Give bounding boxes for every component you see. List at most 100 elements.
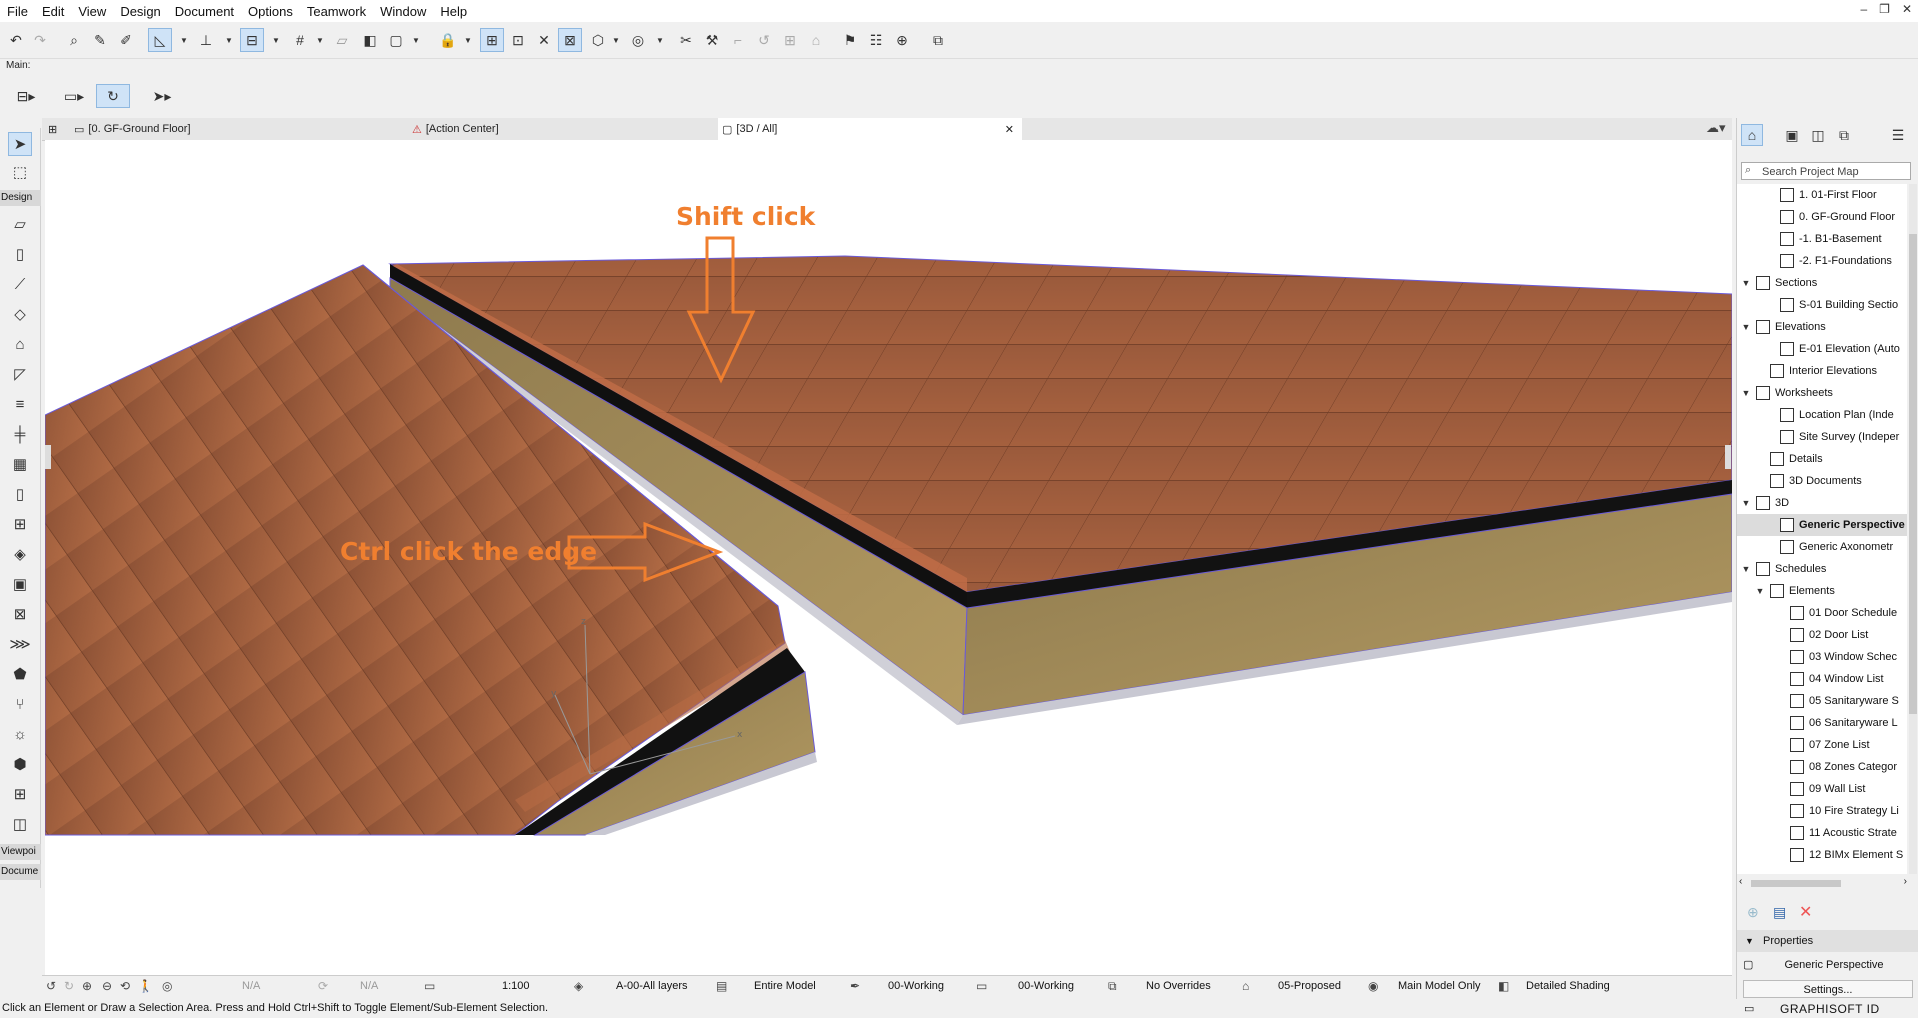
chevron-left-icon[interactable]: ‹ xyxy=(1739,876,1742,887)
project-map-item[interactable]: ▼ Elements xyxy=(1737,580,1907,602)
bounding-box-icon[interactable]: ◎ xyxy=(626,28,650,52)
project-map-item[interactable]: ▼ Sections xyxy=(1737,272,1907,294)
project-map-item[interactable]: Location Plan (Inde xyxy=(1737,404,1907,426)
chevron-down-icon[interactable]: ▼ xyxy=(225,36,233,45)
redo-view-icon[interactable]: ↻ xyxy=(64,979,74,993)
skylight-tool-icon[interactable]: ◈ xyxy=(8,542,32,566)
chevron-down-icon[interactable]: ▼ xyxy=(272,36,280,45)
layer-icon[interactable]: ▢ xyxy=(384,28,408,52)
redo-icon[interactable]: ↷ xyxy=(28,28,52,52)
project-map-item[interactable]: 10 Fire Strategy Li xyxy=(1737,800,1907,822)
curtain-wall-tool-icon[interactable]: ▦ xyxy=(8,452,32,476)
chevron-down-icon[interactable]: ▼ xyxy=(1741,272,1751,294)
select-edit-icon[interactable]: ⊠ xyxy=(558,28,582,52)
override-value[interactable]: No Overrides xyxy=(1146,980,1211,992)
house-icon[interactable]: ⌂ xyxy=(804,28,828,52)
window-tool-icon[interactable]: ⊞ xyxy=(8,512,32,536)
arrow-tool-icon[interactable]: ➤▸ xyxy=(144,84,180,108)
project-map-item[interactable]: Site Survey (Indeper xyxy=(1737,426,1907,448)
project-map-item[interactable]: Generic Axonometr xyxy=(1737,536,1907,558)
tab-ground-floor[interactable]: ▭ [0. GF-Ground Floor] xyxy=(74,118,404,140)
flag-icon[interactable]: ⚑ xyxy=(838,28,862,52)
opening-tool-icon[interactable]: ▣ xyxy=(8,572,32,596)
model-view-option[interactable]: Entire Model xyxy=(754,980,816,992)
project-map-item[interactable]: -2. F1-Foundations xyxy=(1737,250,1907,272)
shell-tool-icon[interactable]: ◸ xyxy=(8,362,32,386)
arrow-tool-icon[interactable]: ➤ xyxy=(8,132,32,156)
settings-button[interactable]: Settings... xyxy=(1743,980,1913,998)
lock-icon[interactable]: 🔒 xyxy=(436,28,460,52)
3d-viewport[interactable]: z y x Shift click Ctrl click the edge xyxy=(45,140,1732,975)
model-view-icon[interactable]: ▤ xyxy=(716,979,727,993)
undo-icon[interactable]: ↶ xyxy=(4,28,28,52)
suspend-groups-icon[interactable]: ⊞ xyxy=(480,28,504,52)
layer-combo-icon[interactable]: ◈ xyxy=(574,979,583,993)
toolbox-document-label[interactable]: Docume xyxy=(0,864,41,880)
guide-lines-icon[interactable]: ◺ xyxy=(148,28,172,52)
scissors-icon[interactable]: ✂ xyxy=(674,28,698,52)
menu-item-file[interactable]: File xyxy=(0,4,35,19)
pen-set-value[interactable]: 00-Working xyxy=(888,980,944,992)
chevron-down-icon[interactable]: ▼ xyxy=(1741,492,1751,514)
view-options-icon[interactable]: ▭▸ xyxy=(56,84,92,108)
minimize-button[interactable]: – xyxy=(1860,2,1867,16)
cube-tool-icon[interactable]: ⬢ xyxy=(8,752,32,776)
project-map-item[interactable]: ▼ Elevations xyxy=(1737,316,1907,338)
menu-item-teamwork[interactable]: Teamwork xyxy=(300,4,373,19)
menu-item-edit[interactable]: Edit xyxy=(35,4,71,19)
delete-icon[interactable]: ✕ xyxy=(1799,902,1812,922)
scale-icon[interactable]: ▭ xyxy=(424,979,435,993)
object-tool-icon[interactable]: ⊠ xyxy=(8,602,32,626)
undo-view-icon[interactable]: ↺ xyxy=(46,979,56,993)
roof-tool-icon[interactable]: ⌂ xyxy=(8,332,32,356)
project-map-item[interactable]: 01 Door Schedule xyxy=(1737,602,1907,624)
explode-icon[interactable]: ✕ xyxy=(532,28,556,52)
menu-item-document[interactable]: Document xyxy=(168,4,241,19)
project-map-item[interactable]: 1. 01-First Floor xyxy=(1737,184,1907,206)
publisher-tab[interactable]: ⧉ xyxy=(1833,124,1855,146)
orbit-icon[interactable]: ⟲ xyxy=(120,979,130,993)
plan-view-icon[interactable]: ⊟▸ xyxy=(8,84,44,108)
chair-object-icon[interactable]: ⑂ xyxy=(8,692,32,716)
renovation-value[interactable]: 05-Proposed xyxy=(1278,980,1341,992)
morph-tool-icon[interactable]: ⬟ xyxy=(8,662,32,686)
project-map-item[interactable]: Interior Elevations xyxy=(1737,360,1907,382)
slab-tool-icon[interactable]: ◇ xyxy=(8,302,32,326)
chevron-down-icon[interactable]: ▼ xyxy=(1755,580,1765,602)
menu-item-help[interactable]: Help xyxy=(433,4,474,19)
project-map-item[interactable]: 03 Window Schec xyxy=(1737,646,1907,668)
chevron-down-icon[interactable]: ▼ xyxy=(1741,558,1751,580)
project-map-item[interactable]: S-01 Building Sectio xyxy=(1737,294,1907,316)
close-icon[interactable]: ✕ xyxy=(1005,123,1014,136)
railing-tool-icon[interactable]: ╪ xyxy=(8,422,32,446)
project-map-item[interactable]: 04 Window List xyxy=(1737,668,1907,690)
project-map-item[interactable]: 06 Sanitaryware L xyxy=(1737,712,1907,734)
gravity-icon[interactable]: ⊟ xyxy=(240,28,264,52)
mvo-icon[interactable]: ▭ xyxy=(976,979,987,993)
project-map-item[interactable]: 02 Door List xyxy=(1737,624,1907,646)
toolbox-viewpoint-label[interactable]: Viewpoi xyxy=(0,844,41,860)
door-tool-icon[interactable]: ▯ xyxy=(8,482,32,506)
publish-icon[interactable]: ⊕ xyxy=(890,28,914,52)
shading-value[interactable]: Detailed Shading xyxy=(1526,980,1610,992)
surface-painter-icon[interactable]: ▱ xyxy=(330,28,354,52)
mvo-value[interactable]: 00-Working xyxy=(1018,980,1074,992)
wall-tool-icon[interactable]: ▱ xyxy=(8,212,32,236)
menu-item-design[interactable]: Design xyxy=(113,4,167,19)
graphisoft-id[interactable]: ▭ GRAPHISOFT ID xyxy=(1740,1000,1918,1018)
structure-value[interactable]: Main Model Only xyxy=(1398,980,1481,992)
shading-icon[interactable]: ◧ xyxy=(1498,979,1509,993)
lamp-tool-icon[interactable]: ☼ xyxy=(8,722,32,746)
tab-overview[interactable]: ⊞ xyxy=(48,118,68,140)
project-map-item[interactable]: E-01 Elevation (Auto xyxy=(1737,338,1907,360)
project-map-item[interactable]: ▼ Worksheets xyxy=(1737,382,1907,404)
offset-icon[interactable]: ⌐ xyxy=(726,28,750,52)
tab-3d-all[interactable]: ▢ [3D / All] ✕ xyxy=(718,118,1022,140)
rotate-icon[interactable]: ⟳ xyxy=(318,979,328,993)
document-tool-icon[interactable]: ◫ xyxy=(8,812,32,836)
view-map-tab[interactable]: ▣ xyxy=(1781,124,1803,146)
tab-action-center[interactable]: ⚠ [Action Center] xyxy=(412,118,712,140)
properties-header[interactable]: ▼ Properties xyxy=(1737,930,1918,952)
find-select-icon[interactable]: ⌕ xyxy=(62,28,86,52)
chevron-down-icon[interactable]: ▼ xyxy=(1741,382,1751,404)
